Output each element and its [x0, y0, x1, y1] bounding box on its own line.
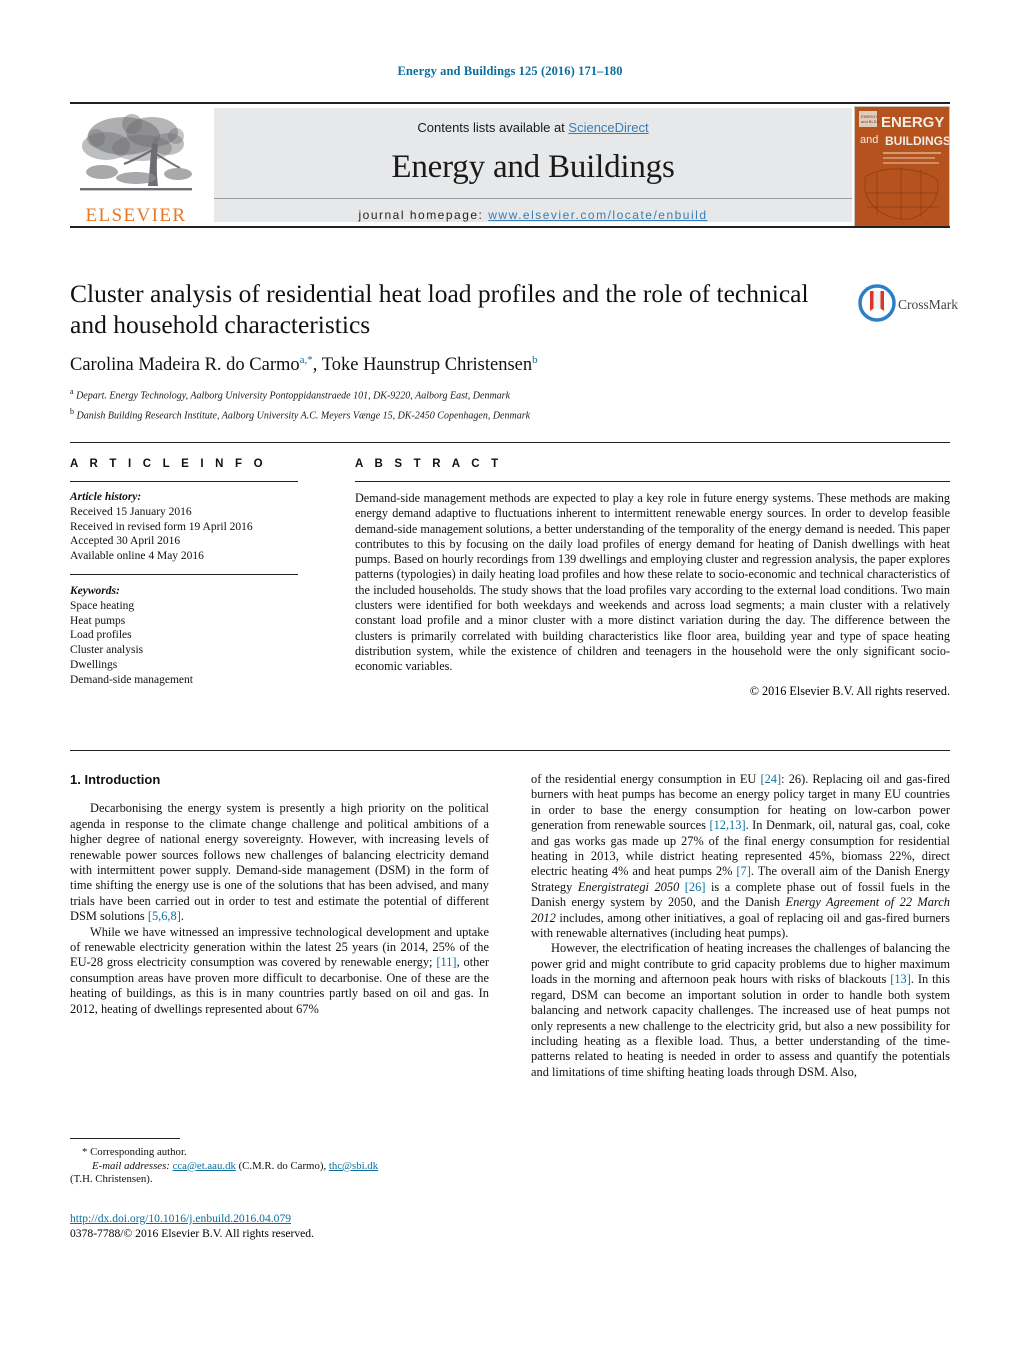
masthead-rule-bottom: [70, 226, 950, 228]
history-item: Received in revised form 19 April 2016: [70, 520, 253, 533]
paragraph-text: However, the electrification of heating …: [531, 941, 950, 987]
elsevier-wordmark: ELSEVIER: [85, 205, 187, 226]
paragraph: Decarbonising the energy system is prese…: [70, 801, 489, 924]
footnote-divider: [70, 1138, 180, 1139]
italic-title: Energistrategi 2050: [577, 879, 680, 894]
keyword-item: Cluster analysis: [70, 644, 144, 657]
masthead-rule-top: [70, 102, 950, 104]
page-title: Cluster analysis of residential heat loa…: [70, 279, 809, 339]
journal-homepage-line: journal homepage: www.elsevier.com/locat…: [214, 208, 852, 222]
citation-ref[interactable]: [26]: [685, 880, 706, 894]
paragraph: of the residential energy consumption in…: [531, 772, 950, 941]
keyword-item: Load profiles: [70, 629, 132, 642]
crossmark-icon: [858, 284, 896, 322]
affiliation-a-text: Depart. Energy Technology, Aalborg Unive…: [76, 390, 511, 402]
article-info-divider: [70, 481, 298, 482]
journal-masthead: ELSEVIER Contents lists available at Sci…: [70, 102, 950, 228]
affiliation-b-mark: b: [70, 406, 74, 416]
doi-block: http://dx.doi.org/10.1016/j.enbuild.2016…: [70, 1212, 570, 1241]
email-addresses-note: E-mail addresses: cca@et.aau.dk (C.M.R. …: [70, 1160, 489, 1174]
email-owner-1: (C.M.R. do Carmo),: [235, 1159, 329, 1172]
abstract-heading: A B S T R A C T: [355, 458, 503, 470]
paragraph-text: While we have witnessed an impressive te…: [70, 924, 489, 970]
body-column-left: 1. Introduction Decarbonising the energy…: [70, 772, 489, 1017]
crossmark-label: CrossMark: [898, 297, 958, 312]
paragraph-text: of the residential energy consumption in…: [531, 772, 761, 786]
author-list: Carolina Madeira R. do Carmoa,*, Toke Ha…: [70, 354, 850, 376]
citation-ref[interactable]: [13]: [890, 972, 911, 986]
affiliation-b: b Danish Building Research Institute, Aa…: [70, 405, 850, 423]
svg-text:BUILDINGS: BUILDINGS: [885, 134, 949, 148]
elsevier-logo: ELSEVIER: [72, 110, 200, 226]
journal-homepage-link[interactable]: www.elsevier.com/locate/enbuild: [488, 208, 707, 222]
cover-artwork: ENERGY and BLDG ENERGY and BUILDINGS: [855, 107, 949, 227]
paragraph-text: includes, among other initiatives, a goa…: [531, 910, 950, 941]
contents-prefix: Contents lists available at: [417, 120, 569, 135]
keywords-block: Keywords: Space heating Heat pumps Load …: [70, 573, 298, 688]
body-column-right: of the residential energy consumption in…: [531, 772, 950, 1080]
article-history: Article history: Received 15 January 201…: [70, 490, 320, 564]
email-link-2[interactable]: thc@sbi.dk: [329, 1160, 378, 1172]
svg-text:and: and: [860, 134, 878, 146]
email-owner-2: (T.H. Christensen).: [70, 1173, 153, 1186]
keyword-item: Space heating: [70, 599, 135, 612]
citation-ref[interactable]: [11]: [436, 955, 456, 969]
abstract-block: A B S T R A C T Demand-side management m…: [355, 458, 950, 699]
title-block: Cluster analysis of residential heat loa…: [70, 278, 850, 423]
paragraph-text: . In this regard, DSM can become an impo…: [531, 972, 950, 1079]
citation-ref[interactable]: [24]: [760, 772, 781, 786]
running-head: Energy and Buildings 125 (2016) 171–180: [397, 64, 623, 78]
abstract-divider: [355, 481, 950, 482]
author-2-name: Toke Haunstrup Christensen: [321, 355, 533, 376]
section-heading-introduction: 1. Introduction: [70, 772, 161, 787]
band-divider: [214, 198, 852, 199]
author-separator: ,: [312, 355, 322, 376]
history-item: Accepted 30 April 2016: [70, 535, 181, 548]
journal-band: Contents lists available at ScienceDirec…: [214, 108, 852, 222]
citation-ref[interactable]: [5,6,8]: [148, 909, 181, 923]
article-info-block: A R T I C L E I N F O Article history: R…: [70, 458, 320, 688]
paragraph-text: Decarbonising the energy system is prese…: [70, 801, 489, 924]
abstract-copyright: © 2016 Elsevier B.V. All rights reserved…: [749, 683, 950, 698]
keyword-item: Demand-side management: [70, 673, 193, 686]
issn-copyright-line: 0378-7788/© 2016 Elsevier B.V. All right…: [70, 1226, 314, 1240]
elsevier-tree-icon: [80, 114, 192, 191]
email-label: E-mail addresses:: [92, 1159, 170, 1172]
citation-ref[interactable]: [12,13]: [709, 818, 745, 832]
paper-page: Energy and Buildings 125 (2016) 171–180: [0, 0, 1020, 1351]
info-section-rule: [70, 442, 950, 443]
corresponding-author-note: * Corresponding author.: [82, 1146, 187, 1158]
paragraph: While we have witnessed an impressive te…: [70, 925, 489, 1017]
author-1-name: Carolina Madeira R. do Carmo: [70, 355, 300, 376]
homepage-prefix: journal homepage:: [358, 208, 489, 222]
keyword-item: Heat pumps: [70, 614, 126, 627]
keyword-item: Dwellings: [70, 658, 118, 671]
citation-ref[interactable]: [7]: [736, 864, 750, 878]
keywords-label: Keywords:: [70, 584, 120, 597]
doi-link[interactable]: http://dx.doi.org/10.1016/j.enbuild.2016…: [70, 1212, 291, 1225]
paragraph-text: .: [180, 909, 184, 924]
affiliation-a-mark: a: [70, 387, 74, 397]
footnote-block: * Corresponding author. E-mail addresses…: [70, 1138, 489, 1187]
body-section-rule: [70, 750, 950, 751]
affiliation-a: a Depart. Energy Technology, Aalborg Uni…: [70, 385, 850, 403]
history-item: Received 15 January 2016: [70, 505, 192, 518]
history-item: Available online 4 May 2016: [70, 550, 204, 563]
author-2-affiliation-mark: b: [532, 354, 538, 366]
affiliation-b-text: Danish Building Research Institute, Aalb…: [76, 410, 531, 422]
svg-text:ENERGY: ENERGY: [881, 114, 944, 131]
journal-cover-thumbnail: ENERGY and BLDG ENERGY and BUILDINGS: [854, 106, 950, 228]
crossmark-badge[interactable]: CrossMark: [858, 284, 958, 330]
abstract-text: Demand-side management methods are expec…: [355, 491, 950, 674]
journal-title: Energy and Buildings: [391, 149, 675, 185]
article-info-heading: A R T I C L E I N F O: [70, 458, 267, 470]
email-link-1[interactable]: cca@et.aau.dk: [173, 1160, 236, 1172]
paragraph: However, the electrification of heating …: [531, 941, 950, 1080]
sciencedirect-link[interactable]: ScienceDirect: [568, 120, 648, 135]
contents-available-line: Contents lists available at ScienceDirec…: [214, 120, 852, 135]
article-history-label: Article history:: [70, 491, 142, 503]
svg-text:and BLDG: and BLDG: [861, 119, 880, 124]
